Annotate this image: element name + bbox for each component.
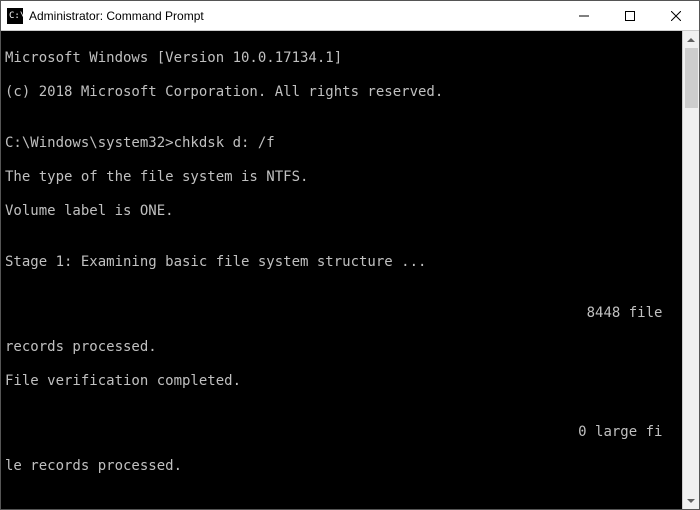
window-titlebar[interactable]: C:\ Administrator: Command Prompt	[1, 1, 699, 31]
terminal-line: records processed.	[5, 339, 678, 356]
terminal-line: 0 large fi	[5, 424, 678, 441]
terminal-line: le records processed.	[5, 458, 678, 475]
terminal-line: Microsoft Windows [Version 10.0.17134.1]	[5, 50, 678, 67]
terminal-line: 8448 file	[5, 305, 678, 322]
terminal-line: (c) 2018 Microsoft Corporation. All righ…	[5, 84, 678, 101]
cmd-icon: C:\	[7, 8, 23, 24]
terminal-output[interactable]: Microsoft Windows [Version 10.0.17134.1]…	[1, 31, 682, 509]
window-title: Administrator: Command Prompt	[29, 9, 561, 23]
terminal-line: Volume label is ONE.	[5, 203, 678, 220]
command-text: chkdsk d: /f	[174, 135, 275, 151]
scroll-up-button[interactable]	[683, 31, 699, 48]
close-button[interactable]	[653, 1, 699, 30]
terminal-prompt-line: C:\Windows\system32>chkdsk d: /f	[5, 135, 678, 152]
window-controls	[561, 1, 699, 30]
terminal-line: The type of the file system is NTFS.	[5, 169, 678, 186]
terminal-line: File verification completed.	[5, 373, 678, 390]
prompt-text: C:\Windows\system32>	[5, 135, 174, 151]
scrollbar-thumb[interactable]	[685, 48, 698, 108]
window-content: Microsoft Windows [Version 10.0.17134.1]…	[1, 31, 699, 509]
vertical-scrollbar[interactable]	[682, 31, 699, 509]
maximize-button[interactable]	[607, 1, 653, 30]
minimize-button[interactable]	[561, 1, 607, 30]
terminal-line: Stage 1: Examining basic file system str…	[5, 254, 678, 271]
scroll-down-button[interactable]	[683, 492, 699, 509]
